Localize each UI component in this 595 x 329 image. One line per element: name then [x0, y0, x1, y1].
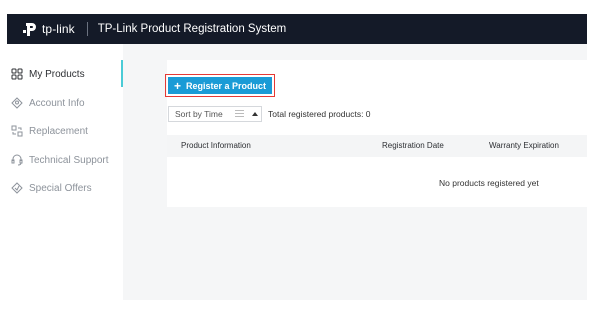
sidebar-item-technical-support[interactable]: Technical Support	[11, 151, 109, 169]
column-header-warranty-expiration: Warranty Expiration	[489, 141, 559, 150]
top-header: tp-link TP-Link Product Registration Sys…	[7, 14, 587, 44]
tp-link-logo-icon	[23, 23, 36, 36]
sort-lines-icon	[235, 110, 244, 117]
active-indicator	[121, 60, 123, 87]
account-icon	[11, 97, 23, 109]
sort-select[interactable]: Sort by Time	[168, 106, 262, 122]
sidebar-item-label: My Products	[29, 68, 85, 80]
grid-icon	[11, 68, 23, 80]
tp-link-logo[interactable]: tp-link	[21, 21, 75, 37]
column-header-registration-date: Registration Date	[382, 141, 444, 150]
sort-label: Sort by Time	[175, 109, 223, 119]
sidebar-item-replacement[interactable]: Replacement	[11, 122, 88, 140]
sidebar: My Products Account Info Replacement Tec…	[7, 44, 123, 300]
register-button-label: Register a Product	[185, 80, 267, 91]
sidebar-item-label: Special Offers	[29, 182, 92, 194]
page-body: My Products Account Info Replacement Tec…	[7, 44, 587, 300]
column-header-product-information: Product Information	[181, 141, 251, 150]
tag-icon	[11, 182, 23, 194]
caret-up-icon	[252, 112, 258, 116]
replacement-icon	[11, 125, 23, 137]
sidebar-item-label: Account Info	[29, 97, 85, 109]
sidebar-item-account-info[interactable]: Account Info	[11, 94, 85, 112]
headset-icon	[11, 154, 23, 166]
sidebar-item-label: Technical Support	[29, 154, 109, 166]
header-divider	[86, 22, 88, 36]
sidebar-item-label: Replacement	[29, 125, 88, 137]
app-title: TP-Link Product Registration System	[97, 23, 287, 35]
register-product-button[interactable]: + Register a Product	[168, 77, 272, 94]
total-products-count: Total registered products: 0	[268, 109, 371, 119]
empty-state-message: No products registered yet	[439, 178, 539, 188]
logo-text: tp-link	[42, 22, 75, 36]
sidebar-item-special-offers[interactable]: Special Offers	[11, 179, 92, 197]
plus-icon: +	[173, 78, 181, 93]
sidebar-item-my-products[interactable]: My Products	[11, 65, 85, 83]
